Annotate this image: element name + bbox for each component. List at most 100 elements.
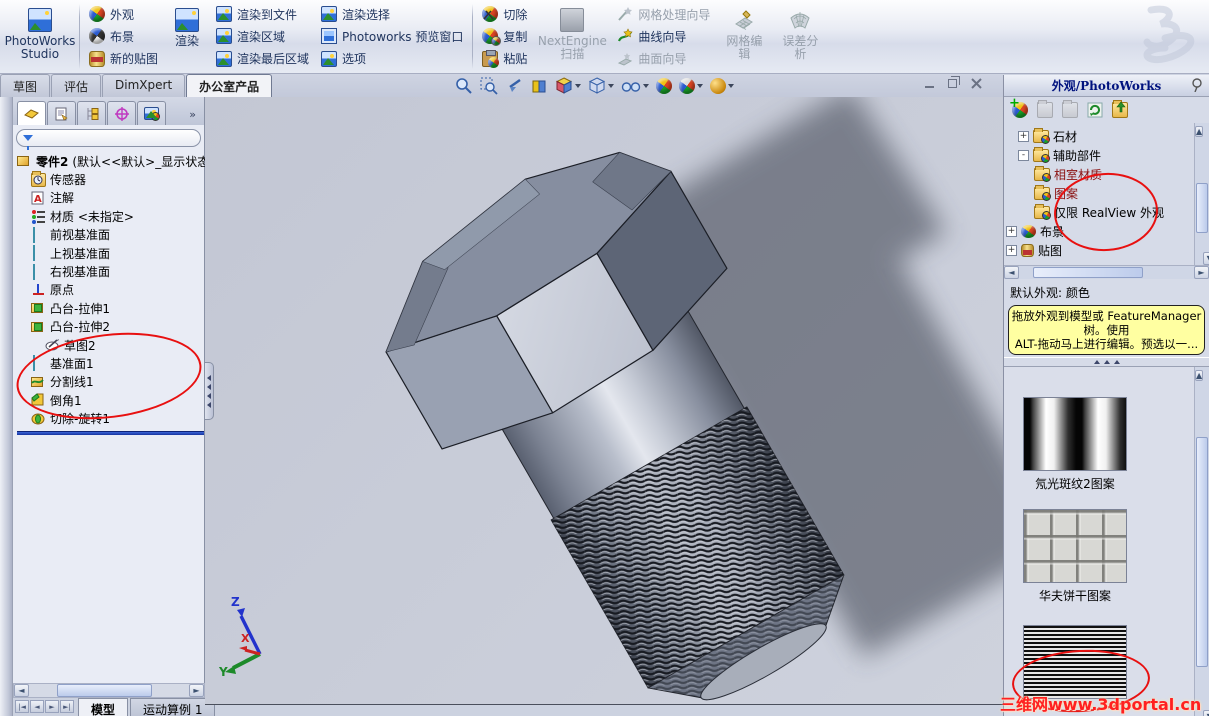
render-last-region-button[interactable]: 渲染最后区域	[216, 48, 309, 70]
tree-item-decals[interactable]: + 贴图	[1006, 241, 1209, 260]
previous-view-button[interactable]	[505, 77, 523, 95]
apply-scene-button[interactable]	[679, 78, 703, 94]
configurationmanager-tab[interactable]	[77, 101, 106, 125]
copy-button[interactable]: 复制	[482, 25, 527, 47]
tree-item-boss-extrude1[interactable]: 凸台-拉伸1	[17, 299, 204, 317]
new-folder-button-disabled[interactable]	[1062, 100, 1078, 118]
pane-splitter[interactable]	[1004, 357, 1209, 367]
paste-button[interactable]: 粘贴	[482, 48, 527, 70]
open-folder-button-disabled[interactable]	[1037, 100, 1053, 118]
scroll-left-button[interactable]: ◄	[14, 684, 29, 697]
mesh-edit-button[interactable]: 网格编 辑	[716, 2, 772, 71]
scroll-down-button[interactable]: ▼	[1203, 252, 1209, 265]
expand-toggle[interactable]: +	[1006, 245, 1017, 256]
add-appearance-button[interactable]	[1009, 96, 1028, 118]
vscroll-thumb[interactable]	[1196, 183, 1208, 233]
tab-office-products[interactable]: 办公室产品	[186, 74, 273, 97]
graphics-area[interactable]: Z Y X	[205, 97, 1003, 705]
render-region-button[interactable]: 渲染区域	[216, 25, 309, 47]
tree-item-split-line1[interactable]: 分割线1	[17, 373, 204, 391]
tab-overflow-chevron[interactable]: »	[189, 108, 202, 125]
vscroll-thumb[interactable]	[1196, 437, 1208, 667]
view-settings-button[interactable]	[710, 78, 734, 94]
tree-item-misc[interactable]: - 辅助部件	[1018, 146, 1209, 165]
expand-toggle[interactable]: +	[1006, 226, 1017, 237]
tab-evaluate[interactable]: 评估	[51, 74, 102, 97]
motion-study-tab[interactable]: 运动算例 1	[130, 698, 216, 716]
tree-item-plane1[interactable]: 基准面1	[17, 354, 204, 372]
minimize-icon[interactable]	[925, 79, 934, 88]
first-tab-button[interactable]: |◄	[15, 700, 29, 713]
featuremanager-tree-tab[interactable]	[17, 101, 46, 125]
tree-item-sketch2[interactable]: 草图2	[17, 336, 204, 354]
display-style-button[interactable]	[588, 77, 614, 95]
curve-wizard-button[interactable]: 曲线向导	[617, 25, 710, 47]
tab-dimxpert[interactable]: DimXpert	[102, 74, 186, 97]
hscroll-thumb[interactable]	[57, 684, 152, 697]
thumbnail-waffle[interactable]: 华夫饼干图案	[1023, 509, 1127, 604]
tree-item-front-plane[interactable]: 前视基准面	[17, 226, 204, 244]
options-button[interactable]: 选项	[321, 48, 463, 70]
tree-item-chamfer1[interactable]: 倒角1	[17, 391, 204, 409]
edit-appearance-button[interactable]	[656, 78, 672, 94]
tree-item-realview-only[interactable]: 仅限 RealView 外观	[1018, 203, 1209, 222]
mesh-prep-wizard-button[interactable]: 网格处理向导	[617, 3, 710, 25]
tree-item-right-plane[interactable]: 右视基准面	[17, 262, 204, 280]
rollback-bar[interactable]	[17, 430, 204, 435]
tree-item-material[interactable]: 材质 <未指定>	[17, 207, 204, 225]
tree-item-stone[interactable]: + 石材	[1018, 127, 1209, 146]
view-orientation-button[interactable]	[555, 77, 581, 95]
nextengine-scan-button[interactable]: NextEngine 扫描	[533, 2, 611, 71]
scroll-down-button[interactable]: ▼	[1203, 710, 1209, 716]
tree-item-cut-revolve1[interactable]: 切除-旋转1	[17, 409, 204, 427]
model-tab[interactable]: 模型	[78, 698, 129, 716]
tree-item-annotations[interactable]: A 注解	[17, 189, 204, 207]
pin-icon[interactable]	[1190, 78, 1204, 92]
thumbnail-neon-stripes[interactable]: 氖光斑纹2图案	[1023, 397, 1127, 492]
scroll-right-button[interactable]: ►	[189, 684, 204, 697]
scroll-right-button[interactable]: ►	[1194, 266, 1209, 279]
displaymanager-tab[interactable]	[137, 101, 166, 125]
scroll-left-button[interactable]: ◄	[1004, 266, 1019, 279]
prev-tab-button[interactable]: ◄	[30, 700, 44, 713]
tree-item-studio-materials[interactable]: 相室材质	[1018, 165, 1209, 184]
last-tab-button[interactable]: ►|	[60, 700, 74, 713]
tree-item-boss-extrude2[interactable]: 凸台-拉伸2	[17, 318, 204, 336]
collapse-toggle[interactable]: -	[1018, 150, 1029, 161]
hscroll-thumb[interactable]	[1033, 267, 1143, 278]
scroll-up-button[interactable]: ▲	[1195, 126, 1204, 137]
render-button[interactable]: 渲染	[164, 2, 210, 71]
close-icon[interactable]	[971, 78, 982, 89]
tree-root-part[interactable]: 零件2 (默认<<默认>_显示状态 1	[17, 152, 221, 170]
photoworks-studio-button[interactable]: PhotoWorks Studio	[4, 2, 76, 71]
surface-wizard-button[interactable]: 曲面向导	[617, 48, 710, 70]
tree-item-origin[interactable]: 原点	[17, 281, 204, 299]
up-one-level-button[interactable]	[1112, 100, 1128, 118]
section-view-button[interactable]	[530, 77, 548, 95]
dimxpertmanager-tab[interactable]	[107, 101, 136, 125]
appearance-button[interactable]: 外观	[89, 3, 158, 25]
scenery-button[interactable]: 布景	[89, 25, 158, 47]
cut-button[interactable]: 切除	[482, 3, 527, 25]
refresh-button[interactable]	[1087, 102, 1103, 118]
zoom-to-area-button[interactable]	[480, 77, 498, 95]
propertymanager-tab[interactable]	[47, 101, 76, 125]
hide-show-items-button[interactable]	[621, 77, 649, 95]
expand-toggle[interactable]: +	[1018, 131, 1029, 142]
scroll-up-button[interactable]: ▲	[1195, 370, 1204, 381]
tree-item-patterns[interactable]: 图案	[1018, 184, 1209, 203]
tree-item-top-plane[interactable]: 上视基准面	[17, 244, 204, 262]
next-tab-button[interactable]: ►	[45, 700, 59, 713]
zoom-to-fit-button[interactable]	[455, 77, 473, 95]
render-to-file-button[interactable]: 渲染到文件	[216, 3, 309, 25]
deviation-analysis-button[interactable]: 误差分 析	[772, 2, 828, 71]
tab-sketch[interactable]: 草图	[0, 74, 51, 97]
tree-item-sensors[interactable]: 传感器	[17, 170, 204, 188]
panel-splitter-handle[interactable]	[205, 362, 214, 420]
render-selection-button[interactable]: 渲染选择	[321, 3, 463, 25]
tree-item-scenes[interactable]: + 布景	[1006, 222, 1209, 241]
tree-filter-input[interactable]	[16, 129, 201, 150]
new-decal-button[interactable]: 新的贴图	[89, 48, 158, 70]
restore-icon[interactable]	[948, 76, 960, 88]
preview-window-button[interactable]: Photoworks 预览窗口	[321, 25, 463, 47]
